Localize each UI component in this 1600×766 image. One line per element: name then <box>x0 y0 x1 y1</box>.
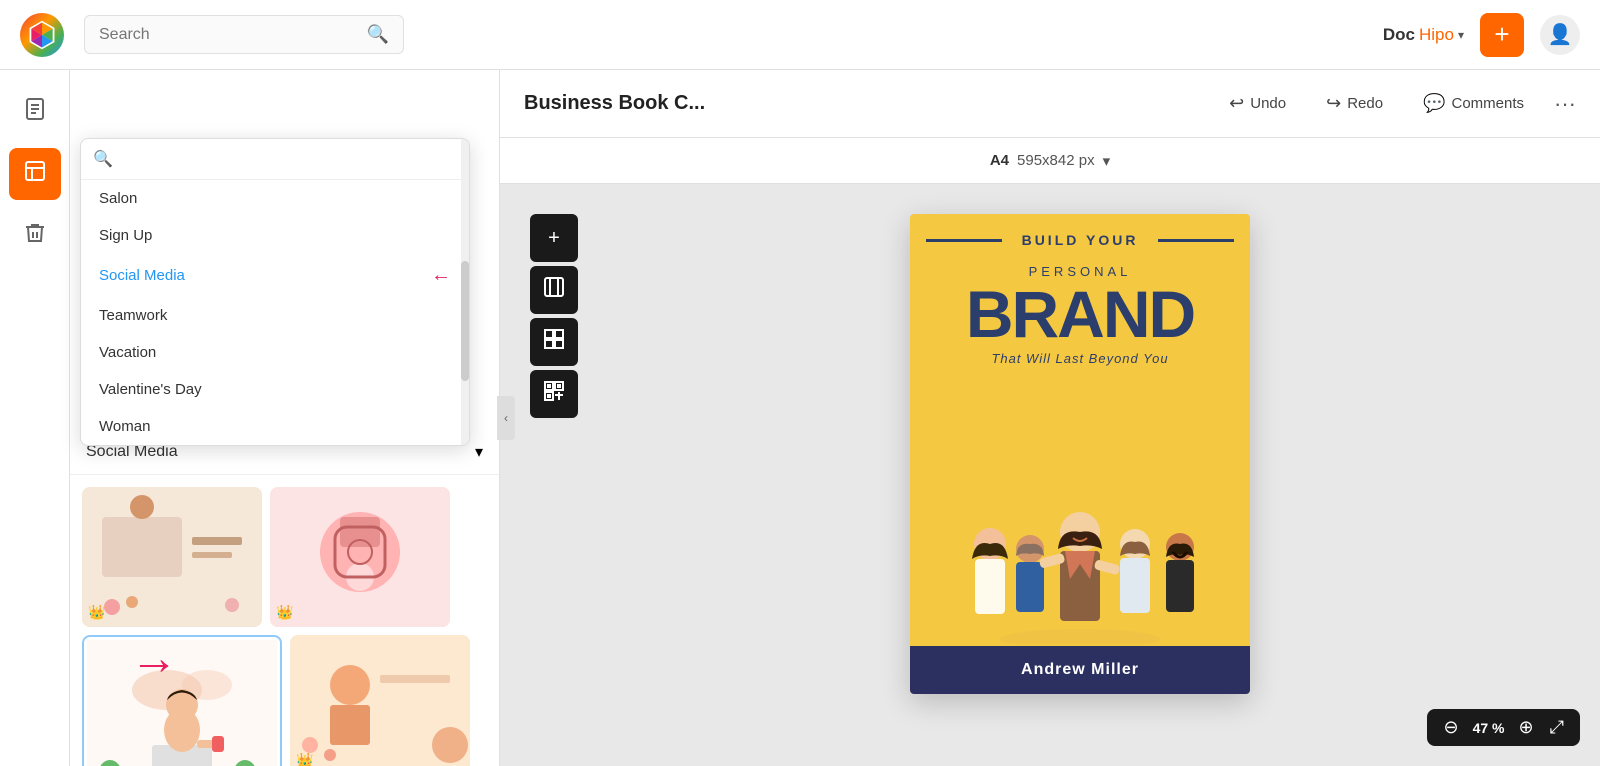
doc-toolbar: Business Book C... ↩ Undo ↪ Redo 💬 Comme… <box>500 70 1600 138</box>
sidebar-icons <box>0 70 70 766</box>
book-footer: Andrew Miller <box>910 646 1250 694</box>
scrollbar-thumb[interactable] <box>461 261 469 381</box>
dropdown-item-socialmedia[interactable]: Social Media ← <box>81 254 469 297</box>
book-brand-text: BRAND <box>910 281 1250 347</box>
book-author-name: Andrew Miller <box>1021 661 1139 679</box>
template-thumb-3[interactable]: 👑 <box>290 635 470 766</box>
qr-button[interactable] <box>530 370 578 418</box>
page-format: A4 <box>990 152 1009 169</box>
zoom-controls: ⊖ 47 % ⊕ ⤢ <box>1427 709 1580 746</box>
template-icon <box>23 159 47 189</box>
dropdown-item-vacation[interactable]: Vacation <box>81 334 469 371</box>
dropdown-item-valentinesday[interactable]: Valentine's Day <box>81 371 469 408</box>
search-icon: 🔍 <box>367 24 389 45</box>
red-arrow-icon: ← <box>431 264 451 287</box>
template-thumb-1[interactable]: 👑 <box>82 487 262 627</box>
trash-icon <box>23 221 47 251</box>
dropdown-search-input[interactable] <box>113 151 457 168</box>
add-element-button[interactable]: + <box>530 214 578 262</box>
book-main-content: PERSONAL BRAND That Will Last Beyond You <box>910 264 1250 366</box>
template-thumb-selected[interactable] <box>82 635 282 766</box>
size-chevron[interactable]: ▾ <box>1103 152 1111 170</box>
search-input[interactable] <box>99 26 367 44</box>
book-tagline-text: That Will Last Beyond You <box>910 351 1250 366</box>
main-content: 🔍 Salon Sign Up Social Media ← Teamwork <box>0 70 1600 766</box>
dropdown-search-icon: 🔍 <box>93 149 113 169</box>
comments-icon: 💬 <box>1423 93 1445 114</box>
zoom-percentage: 47 % <box>1469 720 1509 736</box>
doc-title: Business Book C... <box>524 92 705 115</box>
undo-icon: ↩ <box>1229 93 1244 114</box>
grid-view-button[interactable] <box>530 318 578 366</box>
user-icon: 👤 <box>1548 22 1573 47</box>
frame-button[interactable] <box>530 266 578 314</box>
book-top-text: BUILD YOUR <box>1022 232 1139 248</box>
more-options-button[interactable]: ··· <box>1554 91 1576 117</box>
redo-icon: ↪ <box>1326 93 1341 114</box>
search-box[interactable]: 🔍 <box>84 15 404 54</box>
brand-doc: Doc <box>1383 25 1415 45</box>
scrollbar-track <box>461 139 469 445</box>
comments-button[interactable]: 💬 Comments <box>1413 87 1534 120</box>
qr-icon <box>543 380 565 408</box>
book-cover[interactable]: BUILD YOUR PERSONAL BRAND That Will Last… <box>910 214 1250 694</box>
panel: 🔍 Salon Sign Up Social Media ← Teamwork <box>70 70 500 766</box>
book-people-illustration <box>910 444 1250 644</box>
zoom-out-button[interactable]: ⊖ <box>1437 715 1464 740</box>
grid-icon <box>543 328 565 356</box>
book-top-bar: BUILD YOUR <box>910 232 1250 248</box>
page-dimensions: 595x842 px <box>1017 152 1095 169</box>
sidebar-item-document[interactable] <box>9 86 61 138</box>
topbar-right: DocHipo ▾ + 👤 <box>1383 13 1580 57</box>
dropdown-search-box[interactable]: 🔍 <box>81 139 469 180</box>
user-icon-button[interactable]: 👤 <box>1540 15 1580 55</box>
dropdown-item-teamwork[interactable]: Teamwork <box>81 297 469 334</box>
document-icon <box>23 97 47 127</box>
topbar: 🔍 DocHipo ▾ + 👤 <box>0 0 1600 70</box>
brand-label[interactable]: DocHipo ▾ <box>1383 25 1464 45</box>
undo-button[interactable]: ↩ Undo <box>1219 87 1296 120</box>
brand-chevron: ▾ <box>1458 28 1464 42</box>
crown-badge-2: 👑 <box>276 604 293 621</box>
dropdown-item-signup[interactable]: Sign Up <box>81 217 469 254</box>
size-bar: A4 595x842 px ▾ <box>500 138 1600 184</box>
sidebar-item-trash[interactable] <box>9 210 61 262</box>
crown-badge-1: 👑 <box>88 604 105 621</box>
logo[interactable] <box>20 13 64 57</box>
image-grid: 👑 👑 <box>70 475 499 766</box>
floating-tools: + <box>530 214 578 418</box>
zoom-expand-button[interactable]: ⤢ <box>1544 715 1570 740</box>
redo-button[interactable]: ↪ Redo <box>1316 87 1393 120</box>
sidebar-item-templates[interactable] <box>9 148 61 200</box>
brand-hipo: Hipo <box>1419 25 1454 45</box>
frame-icon <box>543 276 565 304</box>
panel-collapse-button[interactable]: ‹ <box>497 396 515 440</box>
add-icon: + <box>548 227 560 250</box>
category-dropdown: 🔍 Salon Sign Up Social Media ← Teamwork <box>80 138 470 446</box>
crown-badge-3: 👑 <box>296 752 313 766</box>
canvas-area: Business Book C... ↩ Undo ↪ Redo 💬 Comme… <box>500 70 1600 766</box>
selection-indicator: Social Media <box>99 267 185 284</box>
template-thumb-2[interactable]: 👑 <box>270 487 450 627</box>
canvas-workspace: + <box>500 184 1600 766</box>
zoom-in-button[interactable]: ⊕ <box>1513 715 1540 740</box>
dropdown-item-salon[interactable]: Salon <box>81 180 469 217</box>
dropdown-item-woman[interactable]: Woman <box>81 408 469 445</box>
dropdown-list: Salon Sign Up Social Media ← Teamwork Va… <box>81 180 469 445</box>
category-chevron: ▾ <box>475 442 483 462</box>
collapse-arrow-icon: ‹ <box>504 411 508 425</box>
add-button[interactable]: + <box>1480 13 1524 57</box>
